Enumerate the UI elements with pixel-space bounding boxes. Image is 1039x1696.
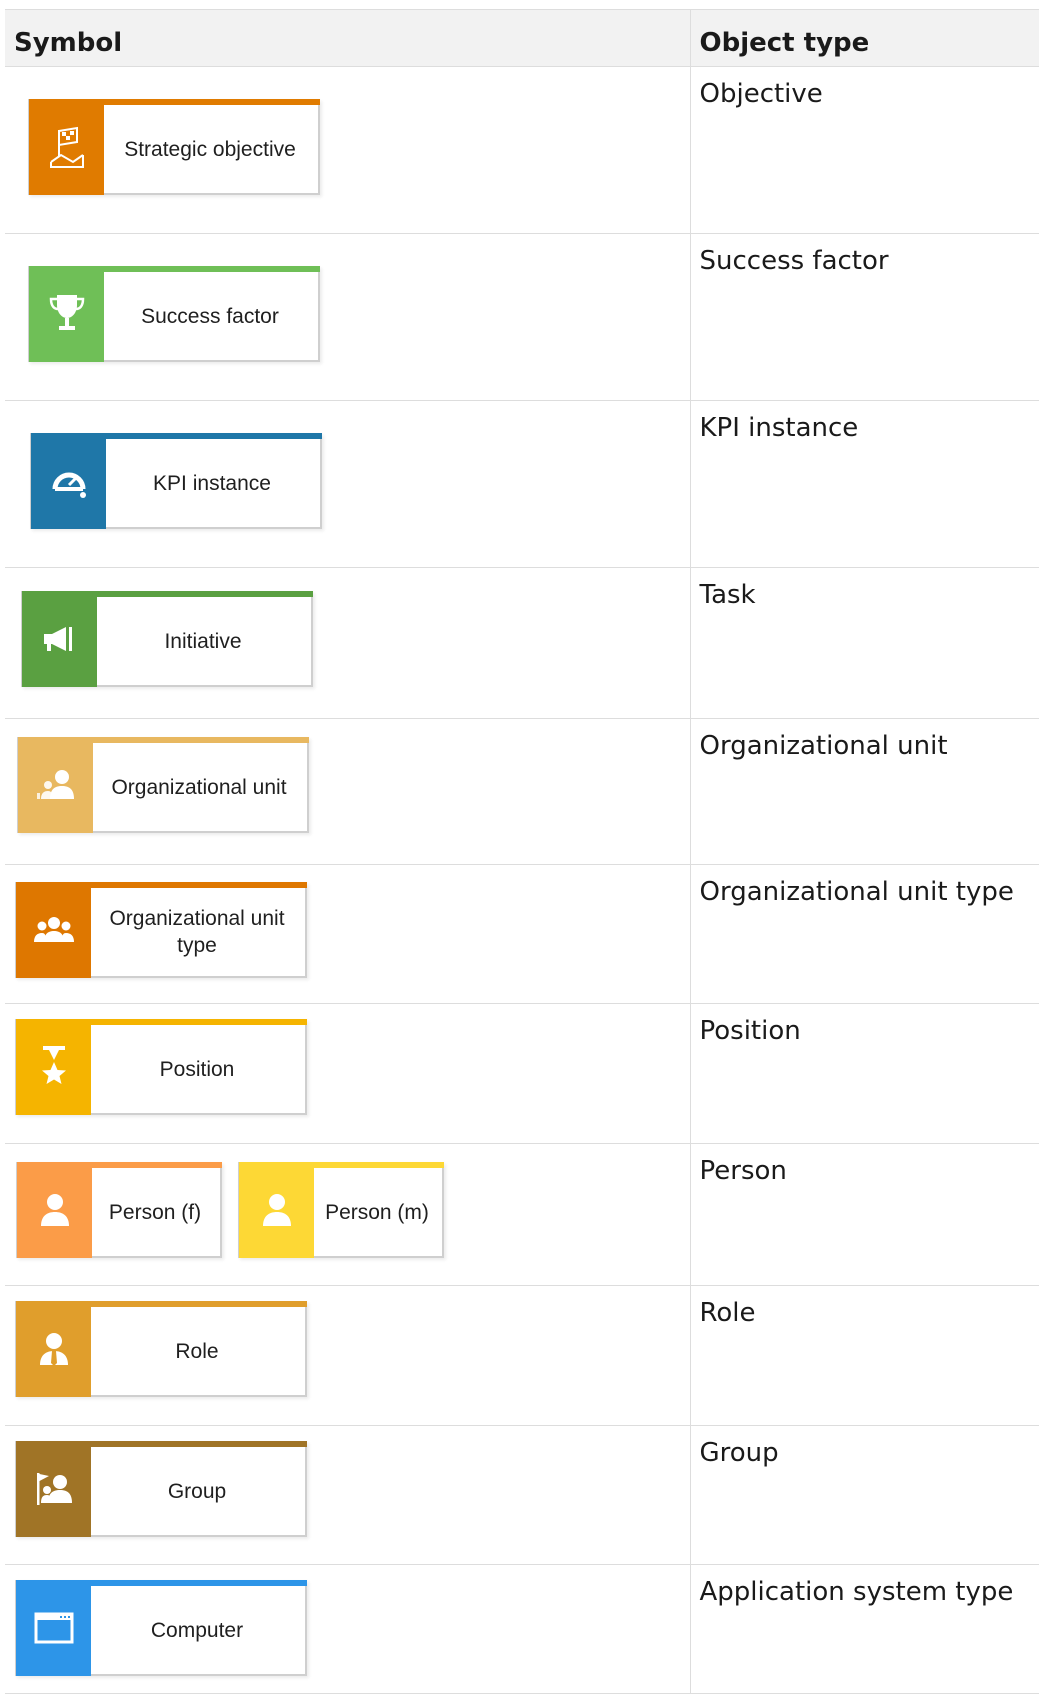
initiative-shape: Initiative [21,591,313,687]
table-row: Strategic objective Objective [5,66,1039,234]
symbols-table: Symbol Object type Strategic objective O… [5,9,1039,1694]
symbol-column-header: Symbol [5,9,691,67]
person-m-shape: Person (m) [238,1162,444,1258]
table-row: Success factor Success factor [5,233,1039,401]
symbol-cell: Strategic objective [5,66,691,234]
shape-label: Group [167,1479,227,1503]
org-unit-icon [18,737,93,833]
role-person-icon [16,1301,91,1397]
table-row: Computer Application system type [5,1564,1039,1694]
group-flag-icon [16,1441,91,1537]
table-row: Initiative Task [5,567,1039,719]
shape-label: KPI instance [153,471,271,495]
table-row: Person (f) Person (m) Person [5,1143,1039,1286]
person-f-shape: Person (f) [16,1162,222,1258]
shape-label: Position [159,1057,235,1081]
symbol-cell: Role [5,1285,691,1426]
symbol-cell: Computer [5,1564,691,1694]
people-group-icon [16,882,91,978]
object-type-cell: Organizational unit [690,718,1039,865]
object-type-cell: Success factor [690,233,1039,401]
window-icon [16,1580,91,1676]
symbol-cell: KPI instance [5,400,691,568]
symbol-cell: Position [5,1003,691,1144]
symbol-cell: Success factor [5,233,691,401]
group-shape: Group [15,1441,307,1537]
object-type-column-header: Object type [690,9,1039,67]
success-factor-shape: Success factor [28,266,320,362]
shape-label: Initiative [164,629,242,653]
computer-shape: Computer [15,1580,307,1676]
symbol-cell: Organizational unit [5,718,691,865]
shape-label: Role [175,1339,219,1363]
symbol-cell: Initiative [5,567,691,719]
shape-label: Strategic objective [124,137,296,161]
table-row: Position Position [5,1003,1039,1144]
shape-label: Computer [150,1618,244,1642]
shape-label: Success factor [141,304,279,328]
object-type-cell: Group [690,1425,1039,1565]
object-type-cell: Task [690,567,1039,719]
object-type-cell: Person [690,1143,1039,1286]
table-row: KPI instance KPI instance [5,400,1039,568]
person-icon [17,1162,92,1258]
object-type-cell: Application system type [690,1564,1039,1694]
object-type-cell: Role [690,1285,1039,1426]
shape-label: Person (f) [108,1200,202,1224]
flag-map-icon [29,99,104,195]
role-shape: Role [15,1301,307,1397]
strategic-objective-shape: Strategic objective [28,99,320,195]
table-row: Organizational unit type Organizational … [5,864,1039,1004]
object-type-cell: Position [690,1003,1039,1144]
person-icon [239,1162,314,1258]
star-position-icon [16,1019,91,1115]
kpi-instance-shape: KPI instance [30,433,322,529]
object-type-cell: Objective [690,66,1039,234]
shape-label: Person (m) [325,1200,429,1224]
table-row: Role Role [5,1285,1039,1426]
position-shape: Position [15,1019,307,1115]
table-row: Organizational unit Organizational unit [5,718,1039,865]
megaphone-icon [22,591,97,687]
symbol-cell: Organizational unit type [5,864,691,1004]
trophy-icon [29,266,104,362]
object-type-cell: KPI instance [690,400,1039,568]
symbol-cell: Person (f) Person (m) [5,1143,691,1286]
object-type-cell: Organizational unit type [690,864,1039,1004]
organizational-unit-shape: Organizational unit [17,737,309,833]
gauge-icon [31,433,106,529]
symbol-cell: Group [5,1425,691,1565]
shape-label: Organizational unit type [109,907,285,957]
table-row: Group Group [5,1425,1039,1565]
header-row: Symbol Object type [5,9,1039,67]
shape-label: Organizational unit [111,775,287,799]
organizational-unit-type-shape: Organizational unit type [15,882,307,978]
